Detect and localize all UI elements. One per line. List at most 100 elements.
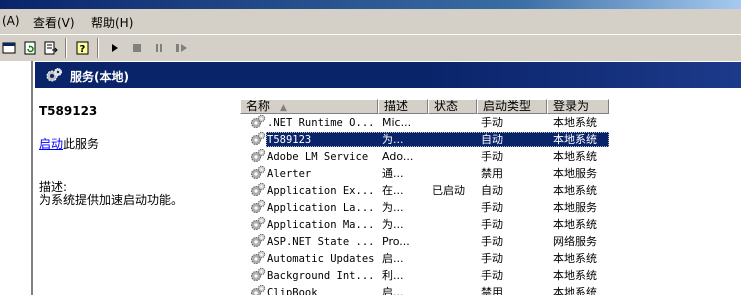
service-startup-type: 自动	[481, 184, 503, 197]
restart-icon[interactable]	[173, 39, 190, 56]
service-logon-as: 本地系统	[553, 269, 597, 282]
menu-help[interactable]: 帮助(H)	[91, 14, 133, 31]
service-logon-as: 本地系统	[553, 150, 597, 163]
service-rows: .NET Runtime O... Mic... 手动 本地系统 T589123 为...…	[240, 114, 741, 295]
service-name: Adobe LM Service	[267, 151, 369, 163]
service-description: Pro...	[382, 235, 410, 248]
service-name-cell: T589123	[250, 131, 378, 148]
service-status	[432, 233, 478, 250]
service-logon-as: 本地系统	[553, 116, 597, 129]
service-logon-as: 网络服务	[553, 235, 597, 248]
toolbar-separator	[65, 38, 67, 58]
service-logon-as: 本地系统	[553, 286, 597, 295]
column-header-row: 名称 ▲ 描述 状态 启动类型 登录为	[240, 99, 609, 114]
service-status	[432, 114, 478, 131]
service-description: 利...	[382, 269, 404, 282]
column-header-description-label: 描述	[384, 99, 409, 113]
service-name: Application Ma...	[267, 219, 375, 231]
column-header-logon-as-label: 登录为	[553, 99, 590, 113]
table-row[interactable]: ASP.NET State ... Pro... 手动 网络服务	[240, 233, 741, 250]
service-logon-as: 本地系统	[553, 133, 597, 146]
service-gear-icon	[250, 267, 267, 282]
service-name-cell: ClipBook	[250, 284, 378, 295]
service-name: T589123	[267, 134, 312, 146]
service-name-cell: ASP.NET State ...	[250, 233, 378, 250]
table-row[interactable]: T589123 为... 自动 本地系统	[240, 131, 741, 148]
pane-header: 服务(本地)	[35, 62, 741, 88]
service-name: Application La...	[267, 202, 375, 214]
service-gear-icon	[250, 250, 267, 265]
service-logon-as: 本地系统	[553, 252, 597, 265]
help-icon[interactable]: ?	[74, 39, 91, 56]
table-row[interactable]: ClipBook 启... 禁用 本地系统	[240, 284, 741, 295]
sort-ascending-icon: ▲	[280, 103, 287, 113]
service-startup-type: 手动	[481, 252, 503, 265]
service-name: Automatic Updates	[267, 253, 375, 265]
column-header-status[interactable]: 状态	[428, 99, 477, 114]
service-name-cell: Background Int...	[250, 267, 378, 284]
service-name: .NET Runtime O...	[267, 117, 375, 129]
service-name-cell: Adobe LM Service	[250, 148, 378, 165]
table-row[interactable]: .NET Runtime O... Mic... 手动 本地系统	[240, 114, 741, 131]
play-icon[interactable]	[106, 39, 123, 56]
column-header-startup-type-label: 启动类型	[483, 99, 532, 113]
selected-service-name: T589123	[39, 104, 98, 118]
menu-view[interactable]: 查看(V)	[33, 14, 75, 31]
table-row[interactable]: Application Ex... 在... 已启动 自动 本地系统	[240, 182, 741, 199]
start-service-line: 启动此服务	[39, 135, 99, 152]
services-gear-icon	[45, 67, 63, 86]
service-startup-type: 自动	[481, 133, 503, 146]
pane-title: 服务(本地)	[70, 70, 129, 84]
table-row[interactable]: Automatic Updates 启... 手动 本地系统	[240, 250, 741, 267]
service-description: 在...	[382, 184, 404, 197]
column-header-status-label: 状态	[434, 99, 459, 113]
stop-icon[interactable]	[128, 39, 145, 56]
service-description: 启...	[382, 252, 404, 265]
service-status	[432, 216, 478, 233]
service-description: Ado...	[382, 150, 414, 163]
column-header-name[interactable]: 名称 ▲	[240, 99, 378, 114]
service-name-cell: .NET Runtime O...	[250, 114, 378, 131]
service-gear-icon	[250, 165, 267, 180]
refresh-icon[interactable]	[21, 39, 38, 56]
services-list[interactable]: 名称 ▲ 描述 状态 启动类型 登录为 .NET Runtime O... Mic.…	[240, 96, 741, 295]
service-status	[432, 148, 478, 165]
table-row[interactable]: Alerter 通... 禁用 本地服务	[240, 165, 741, 182]
service-logon-as: 本地系统	[553, 184, 597, 197]
service-description: Mic...	[382, 116, 412, 129]
service-logon-as: 本地系统	[553, 218, 597, 231]
service-startup-type: 手动	[481, 235, 503, 248]
table-row[interactable]: Application La... 为... 手动 本地服务	[240, 199, 741, 216]
service-name-cell: Automatic Updates	[250, 250, 378, 267]
service-description: 为...	[382, 133, 404, 146]
service-startup-type: 手动	[481, 201, 503, 214]
menu-action[interactable]: (A)	[2, 14, 20, 28]
column-header-description[interactable]: 描述	[378, 99, 428, 114]
service-gear-icon	[250, 131, 267, 146]
table-row[interactable]: Background Int... 利... 手动 本地系统	[240, 267, 741, 284]
service-status	[432, 165, 478, 182]
export-icon[interactable]	[42, 39, 59, 56]
service-startup-type: 手动	[481, 150, 503, 163]
service-status	[432, 267, 478, 284]
service-name-cell: Application Ma...	[250, 216, 378, 233]
details-panel: T589123 启动此服务 描述: 为系统提供加速启动功能。	[35, 88, 240, 295]
start-service-link[interactable]: 启动	[39, 137, 63, 151]
console-tree-pane	[0, 61, 33, 295]
table-row[interactable]: Application Ma... 为... 手动 本地系统	[240, 216, 741, 233]
service-status	[432, 284, 478, 295]
service-description: 为...	[382, 218, 404, 231]
service-status	[432, 199, 478, 216]
service-name-cell: Alerter	[250, 165, 378, 182]
service-name: ClipBook	[267, 287, 318, 295]
view-icon[interactable]	[0, 39, 17, 56]
service-name-cell: Application La...	[250, 199, 378, 216]
service-status: 已启动	[432, 184, 465, 197]
pause-icon[interactable]	[150, 39, 167, 56]
table-row[interactable]: Adobe LM Service Ado... 手动 本地系统	[240, 148, 741, 165]
column-header-logon-as[interactable]: 登录为	[547, 99, 609, 114]
start-service-suffix: 此服务	[63, 137, 100, 151]
column-header-name-label: 名称	[246, 99, 271, 113]
column-header-startup-type[interactable]: 启动类型	[477, 99, 547, 114]
menu-bar: (A) 查看(V) 帮助(H)	[0, 9, 741, 34]
